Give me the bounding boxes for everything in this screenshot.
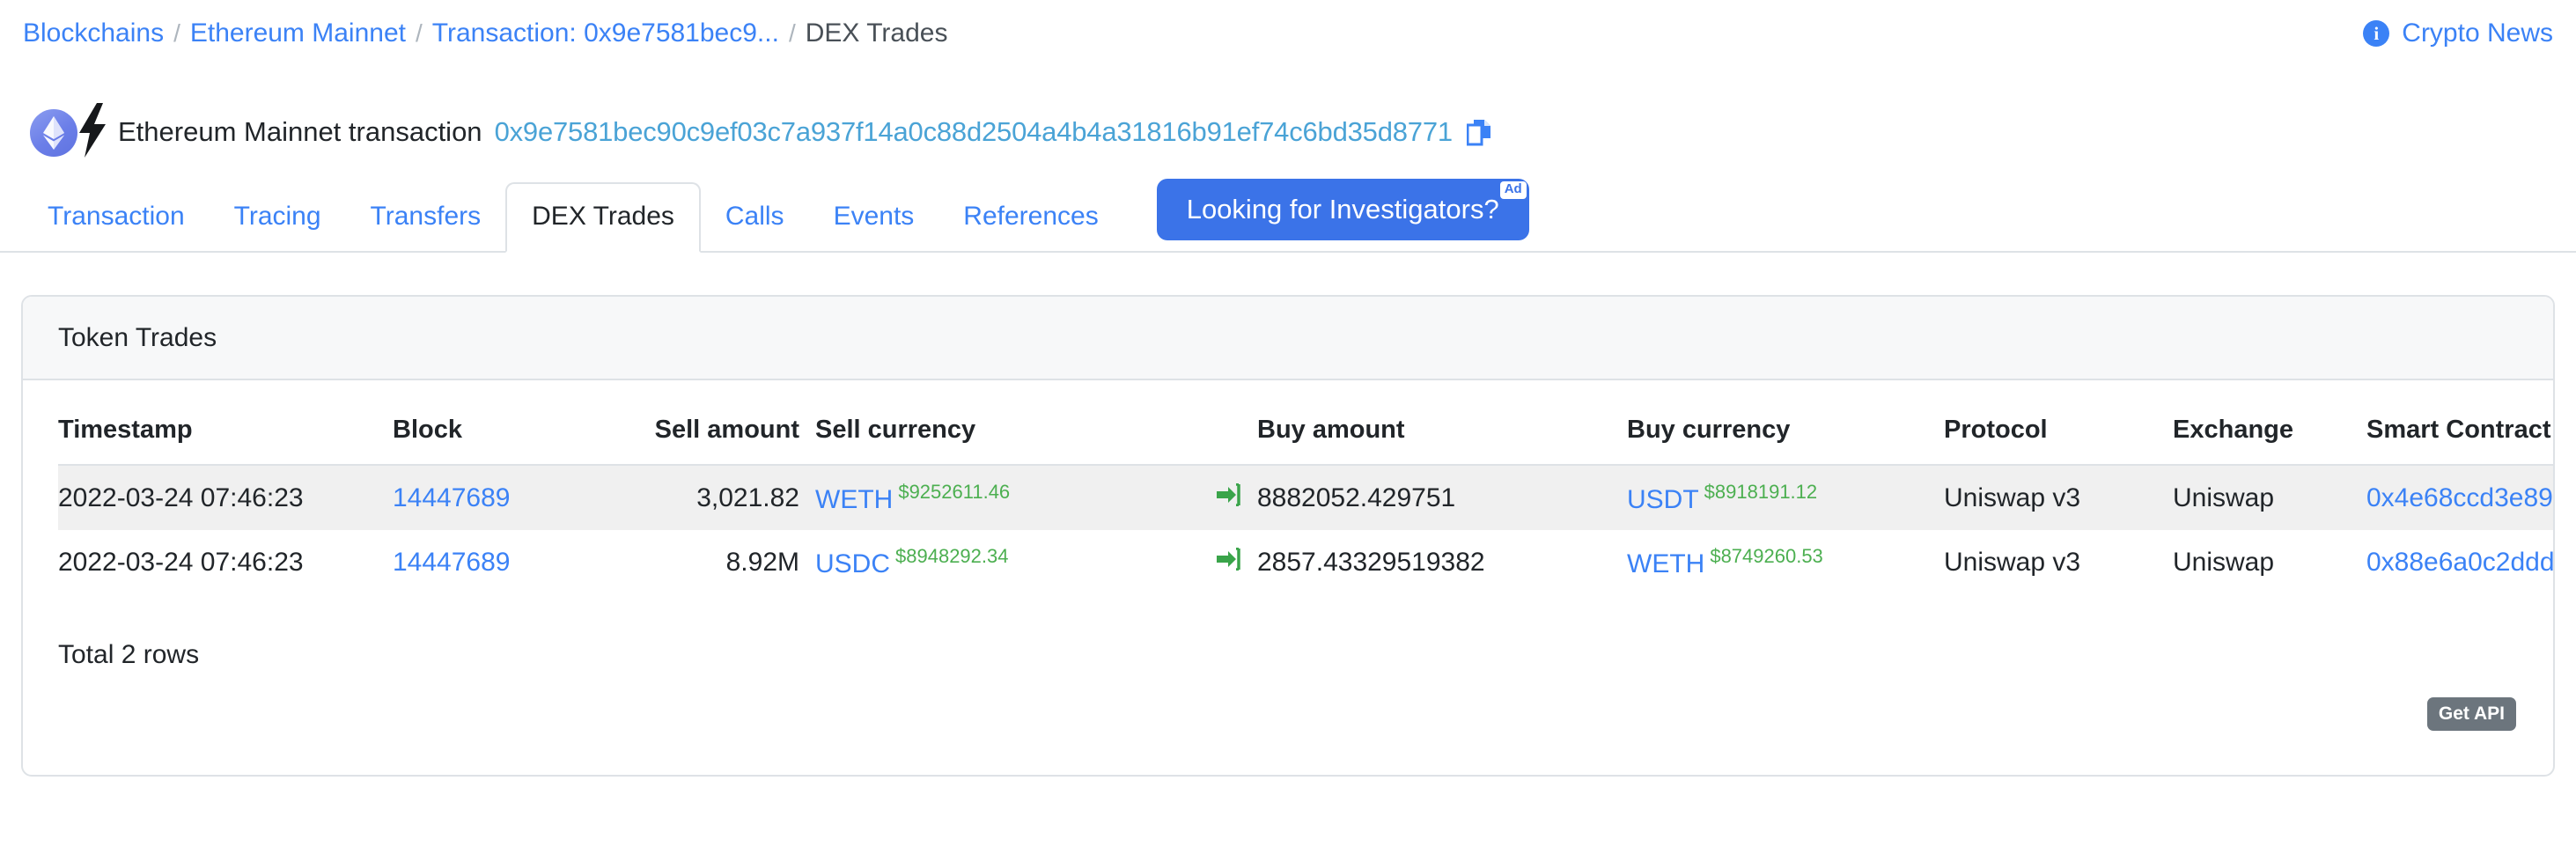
arrow-into-bracket-icon (1217, 482, 1243, 512)
info-icon: i (2363, 20, 2390, 47)
tab-dex-trades[interactable]: DEX Trades (505, 182, 701, 253)
table-row: 2022-03-24 07:46:23 14447689 3,021.82 WE… (58, 465, 2553, 530)
buy-usd-value: $8749260.53 (1710, 545, 1823, 567)
cell-buy-amount: 8882052.429751 (1257, 465, 1627, 530)
arrow-into-bracket-icon (1217, 546, 1243, 577)
cell-sell-currency: WETH $9252611.46 (815, 465, 1203, 530)
cell-smart-contract: 0x4e68ccd3e89f51c... (2366, 465, 2553, 530)
buy-currency-link[interactable]: USDT (1627, 485, 1699, 514)
tab-tracing[interactable]: Tracing (210, 203, 346, 251)
card-title: Token Trades (58, 322, 217, 352)
cell-direction (1203, 465, 1257, 530)
smart-contract-link[interactable]: 0x88e6a0c2ddd26f... (2366, 548, 2553, 578)
cell-buy-currency: USDT $8918191.12 (1627, 465, 1944, 530)
column-header-sell-currency[interactable]: Sell currency (815, 380, 1203, 466)
ethereum-logo-icon (30, 109, 77, 157)
ad-button-label: Looking for Investigators? (1186, 194, 1499, 225)
sell-currency-link[interactable]: USDC (815, 549, 890, 578)
get-api-badge[interactable]: Get API (2426, 696, 2516, 731)
table-body: 2022-03-24 07:46:23 14447689 3,021.82 WE… (58, 465, 2553, 594)
cell-block: 14447689 (393, 465, 604, 530)
buy-usd-value: $8918191.12 (1704, 481, 1818, 503)
table-header-row: Timestamp Block Sell amount Sell currenc… (58, 380, 2553, 466)
breadcrumb-separator: / (173, 19, 180, 47)
transaction-label: Ethereum Mainnet transaction (118, 116, 482, 147)
smart-contract-link[interactable]: 0x4e68ccd3e89f51c... (2366, 483, 2553, 513)
cell-sell-amount: 3,021.82 (604, 465, 815, 530)
table-container: Timestamp Block Sell amount Sell currenc… (23, 380, 2553, 594)
cell-exchange: Uniswap (2173, 465, 2366, 530)
column-header-sell-amount[interactable]: Sell amount (604, 380, 815, 466)
breadcrumb: Blockchains / Ethereum Mainnet / Transac… (23, 18, 947, 48)
buy-currency-link[interactable]: WETH (1627, 549, 1704, 578)
breadcrumb-item-transaction[interactable]: Transaction: 0x9e7581bec9... (432, 18, 779, 48)
breadcrumb-separator: / (416, 19, 423, 47)
sell-usd-value: $9252611.46 (898, 481, 1011, 503)
cell-buy-currency: WETH $8749260.53 (1627, 530, 1944, 594)
copy-icon[interactable] (1466, 118, 1493, 146)
cell-protocol: Uniswap v3 (1944, 547, 2081, 577)
transaction-header: Ethereum Mainnet transaction 0x9e7581bec… (0, 97, 2576, 167)
tab-calls[interactable]: Calls (701, 203, 809, 251)
crypto-news-link[interactable]: i Crypto News (2363, 18, 2553, 48)
tab-transaction[interactable]: Transaction (23, 203, 210, 251)
cell-protocol: Uniswap v3 (1944, 465, 2173, 530)
cell-sell-currency: USDC $8948292.34 (815, 530, 1203, 594)
breadcrumb-item-dex-trades: DEX Trades (805, 18, 948, 48)
cell-smart-contract: 0x88e6a0c2ddd26f... (2366, 530, 2553, 594)
card-header: Token Trades (23, 297, 2553, 380)
cell-exchange: Uniswap (2173, 547, 2275, 577)
ad-badge: Ad (1499, 181, 1527, 199)
column-header-exchange[interactable]: Exchange (2173, 380, 2366, 466)
breadcrumb-bar: Blockchains / Ethereum Mainnet / Transac… (0, 0, 2576, 67)
total-rows-label: Total 2 rows (58, 640, 200, 669)
token-trades-card: Token Trades Timestamp Block Sell amount… (21, 295, 2555, 777)
crypto-news-label: Crypto News (2402, 18, 2553, 48)
transaction-hash-link[interactable]: 0x9e7581bec90c9ef03c7a937f14a0c88d2504a4… (495, 116, 1454, 148)
column-header-buy-amount[interactable]: Buy amount (1257, 380, 1627, 466)
cell-timestamp: 2022-03-24 07:46:23 (58, 547, 304, 577)
breadcrumb-separator: / (788, 19, 796, 47)
column-header-buy-currency[interactable]: Buy currency (1627, 380, 1944, 466)
lightning-bolt-icon (77, 103, 107, 162)
table-row: 2022-03-24 07:46:23 14447689 8.92M USDC $… (58, 530, 2553, 594)
table-header: Timestamp Block Sell amount Sell currenc… (58, 380, 2553, 466)
sell-currency-link[interactable]: WETH (815, 485, 893, 514)
investigators-ad-button[interactable]: Looking for Investigators? Ad (1156, 179, 1529, 240)
tab-events[interactable]: Events (809, 203, 939, 251)
dex-trades-table: Timestamp Block Sell amount Sell currenc… (58, 380, 2553, 594)
column-header-timestamp[interactable]: Timestamp (58, 380, 393, 466)
breadcrumb-item-ethereum-mainnet[interactable]: Ethereum Mainnet (190, 18, 406, 48)
block-link[interactable]: 14447689 (393, 548, 510, 577)
column-header-block[interactable]: Block (393, 380, 604, 466)
column-header-smart-contract[interactable]: Smart Contract (2366, 380, 2553, 466)
cell-sell-amount: 8.92M (725, 547, 799, 577)
tab-bar: Transaction Tracing Transfers DEX Trades… (0, 179, 2576, 253)
cell-direction (1203, 530, 1257, 594)
breadcrumb-item-blockchains[interactable]: Blockchains (23, 18, 164, 48)
cell-buy-amount: 2857.43329519382 (1257, 547, 1485, 577)
cell-block: 14447689 (393, 530, 604, 594)
sell-usd-value: $8948292.34 (895, 545, 1009, 567)
block-link[interactable]: 14447689 (393, 483, 510, 512)
tab-transfers[interactable]: Transfers (346, 203, 506, 251)
chain-badge (23, 103, 114, 162)
column-header-direction (1203, 380, 1257, 466)
column-header-protocol[interactable]: Protocol (1944, 380, 2173, 466)
cell-timestamp: 2022-03-24 07:46:23 (58, 465, 393, 530)
tab-references[interactable]: References (938, 203, 1122, 251)
